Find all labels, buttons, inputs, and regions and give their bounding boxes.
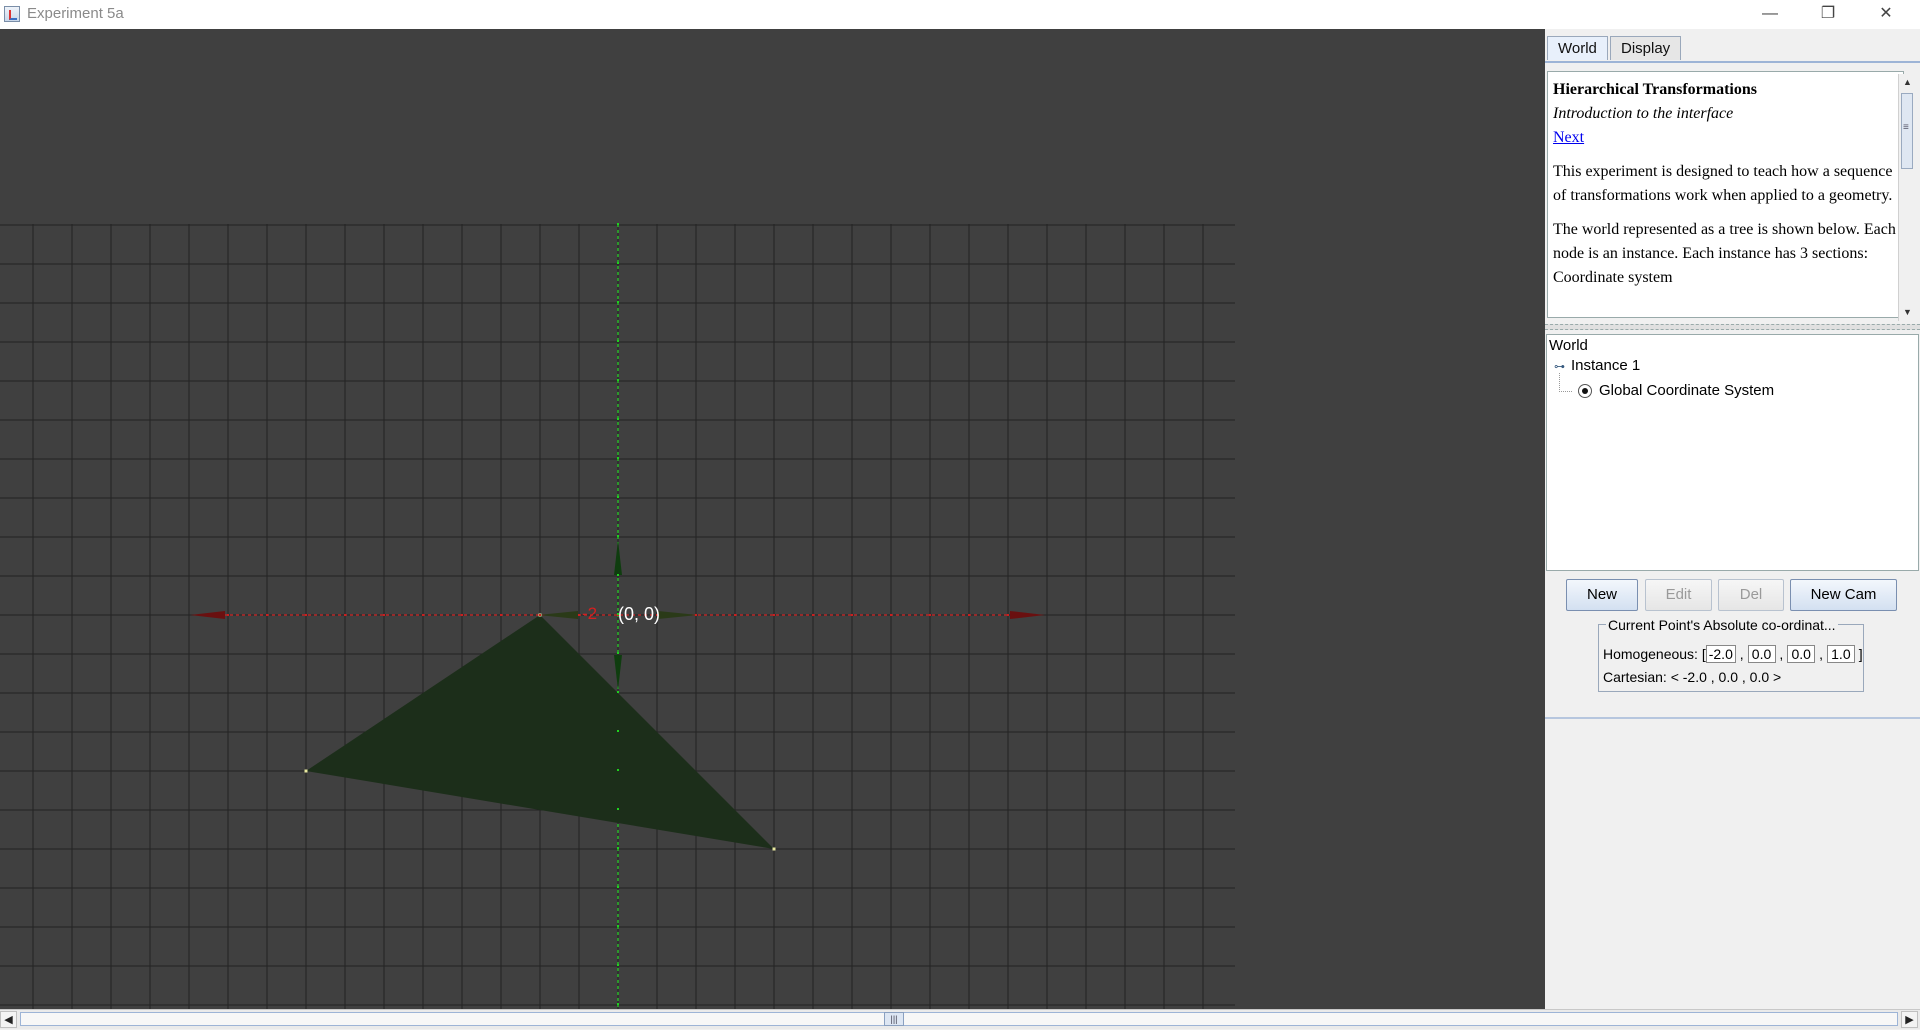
tree-leaf-coordinate-system[interactable]: Global Coordinate System bbox=[1599, 382, 1774, 399]
homog-value-z: 0.0 bbox=[1787, 645, 1816, 663]
y-axis-tick bbox=[617, 418, 619, 420]
scroll-thumb[interactable] bbox=[1901, 93, 1913, 169]
y-axis-tick bbox=[617, 964, 619, 966]
homogeneous-row: Homogeneous: [-2.0 , 0.0 , 0.0 , 1.0 ] bbox=[1603, 645, 1863, 663]
y-axis-tick bbox=[617, 535, 619, 537]
maximize-button[interactable]: ❐ bbox=[1799, 0, 1857, 29]
y-axis-tick bbox=[617, 301, 619, 303]
origin-label: (0, 0) bbox=[618, 604, 660, 624]
y-axis-up-arrow bbox=[614, 540, 622, 575]
x-axis-tick bbox=[695, 614, 697, 616]
panel-separator bbox=[1545, 717, 1920, 719]
y-axis-tick bbox=[617, 691, 619, 693]
y-axis-tick bbox=[617, 379, 619, 381]
scroll-track[interactable] bbox=[20, 1012, 1898, 1026]
x-axis-tick bbox=[344, 614, 346, 616]
x-axis-tick bbox=[851, 614, 853, 616]
x-axis-tick bbox=[929, 614, 931, 616]
x-axis-left-arrow bbox=[190, 611, 225, 619]
next-link[interactable]: Next bbox=[1553, 129, 1584, 146]
tree-root-world[interactable]: World bbox=[1549, 337, 1588, 354]
x-axis-tick bbox=[500, 614, 502, 616]
x-axis-tick bbox=[305, 614, 307, 616]
tab-world[interactable]: World bbox=[1547, 36, 1608, 60]
scene-canvas[interactable]: -2 (0, 0) bbox=[0, 29, 1545, 1009]
x-axis-tick bbox=[422, 614, 424, 616]
local-x-right-arrow bbox=[658, 611, 698, 619]
y-axis-tick bbox=[617, 769, 619, 771]
minimize-button[interactable]: — bbox=[1741, 0, 1799, 29]
info-text-pane[interactable]: Hierarchical Transformations Introductio… bbox=[1547, 71, 1904, 318]
info-paragraph-1: This experiment is designed to teach how… bbox=[1553, 163, 1893, 204]
x-axis-tick bbox=[968, 614, 970, 616]
coordinates-legend: Current Point's Absolute co-ordinat... bbox=[1606, 617, 1838, 633]
scroll-up-icon[interactable]: ▲ bbox=[1899, 74, 1916, 91]
x-axis-tick bbox=[1007, 614, 1009, 616]
tab-divider bbox=[1545, 61, 1920, 63]
title-bar: Experiment 5a — ❐ ✕ bbox=[0, 0, 1920, 29]
y-axis-tick bbox=[617, 223, 619, 225]
homog-value-x: -2.0 bbox=[1705, 645, 1736, 663]
homogeneous-label: Homogeneous: [ bbox=[1603, 646, 1706, 662]
tree-connector bbox=[1559, 373, 1572, 392]
homog-value-w: 1.0 bbox=[1826, 645, 1855, 663]
vertex-marker bbox=[772, 847, 776, 851]
vertex-marker bbox=[304, 769, 308, 773]
world-viewport[interactable]: -2 (0, 0) bbox=[0, 29, 1545, 1009]
world-tree[interactable]: World ⊶ Instance 1 Global Coordinate Sys… bbox=[1546, 334, 1919, 571]
x-axis-tick bbox=[383, 614, 385, 616]
y-axis-tick bbox=[617, 730, 619, 732]
x-axis-tick bbox=[539, 614, 541, 616]
scroll-down-icon[interactable]: ▼ bbox=[1899, 304, 1916, 321]
scroll-left-icon[interactable]: ◀ bbox=[0, 1011, 17, 1028]
x-axis-tick bbox=[578, 614, 580, 616]
y-axis-tick bbox=[617, 847, 619, 849]
close-button[interactable]: ✕ bbox=[1857, 0, 1915, 29]
x-axis-tick bbox=[734, 614, 736, 616]
y-axis-tick bbox=[617, 925, 619, 927]
info-scrollbar[interactable]: ▲ ▼ bbox=[1898, 74, 1916, 321]
horizontal-scroll-thumb[interactable]: ||| bbox=[884, 1012, 904, 1026]
x-axis-tick bbox=[266, 614, 268, 616]
horizontal-scrollbar[interactable]: ◀ ||| ▶ bbox=[0, 1009, 1920, 1029]
y-axis-tick bbox=[617, 1003, 619, 1005]
coordinates-group: Current Point's Absolute co-ordinat... H… bbox=[1598, 617, 1864, 692]
x-axis-tick bbox=[461, 614, 463, 616]
scroll-right-icon[interactable]: ▶ bbox=[1901, 1011, 1918, 1028]
y-axis-tick bbox=[617, 262, 619, 264]
edit-button[interactable]: Edit bbox=[1645, 579, 1712, 611]
homog-value-y: 0.0 bbox=[1747, 645, 1776, 663]
y-axis-tick bbox=[617, 457, 619, 459]
homogeneous-close: ] bbox=[1858, 646, 1863, 662]
y-axis-tick bbox=[617, 886, 619, 888]
tree-node-instance[interactable]: Instance 1 bbox=[1571, 357, 1640, 374]
local-x-left-arrow bbox=[538, 611, 578, 619]
window-title: Experiment 5a bbox=[27, 5, 124, 22]
tree-key-icon[interactable]: ⊶ bbox=[1554, 360, 1565, 373]
info-heading: Hierarchical Transformations bbox=[1553, 81, 1757, 98]
y-axis-tick bbox=[617, 340, 619, 342]
new-button[interactable]: New bbox=[1566, 579, 1638, 611]
cartesian-readout: Cartesian: < -2.0 , 0.0 , 0.0 > bbox=[1603, 669, 1782, 685]
tab-display[interactable]: Display bbox=[1610, 36, 1682, 60]
x-axis-tick bbox=[773, 614, 775, 616]
split-pane-divider[interactable] bbox=[1545, 324, 1920, 330]
x-axis-tick bbox=[812, 614, 814, 616]
y-axis-down-arrow bbox=[614, 655, 622, 690]
new-cam-button[interactable]: New Cam bbox=[1790, 579, 1897, 611]
x-axis-right-arrow bbox=[1010, 611, 1045, 619]
java-cup-icon bbox=[4, 6, 20, 22]
y-axis-tick bbox=[617, 496, 619, 498]
x-axis-tick bbox=[890, 614, 892, 616]
y-axis-tick bbox=[617, 652, 619, 654]
x-axis-tick bbox=[227, 614, 229, 616]
y-axis-tick bbox=[617, 808, 619, 810]
del-button[interactable]: Del bbox=[1718, 579, 1784, 611]
x-axis-label: -2 bbox=[582, 604, 597, 623]
y-axis-tick bbox=[617, 574, 619, 576]
info-paragraph-2: The world represented as a tree is shown… bbox=[1553, 221, 1896, 286]
radio-selected-icon[interactable] bbox=[1578, 384, 1592, 398]
info-subheading: Introduction to the interface bbox=[1553, 105, 1734, 122]
